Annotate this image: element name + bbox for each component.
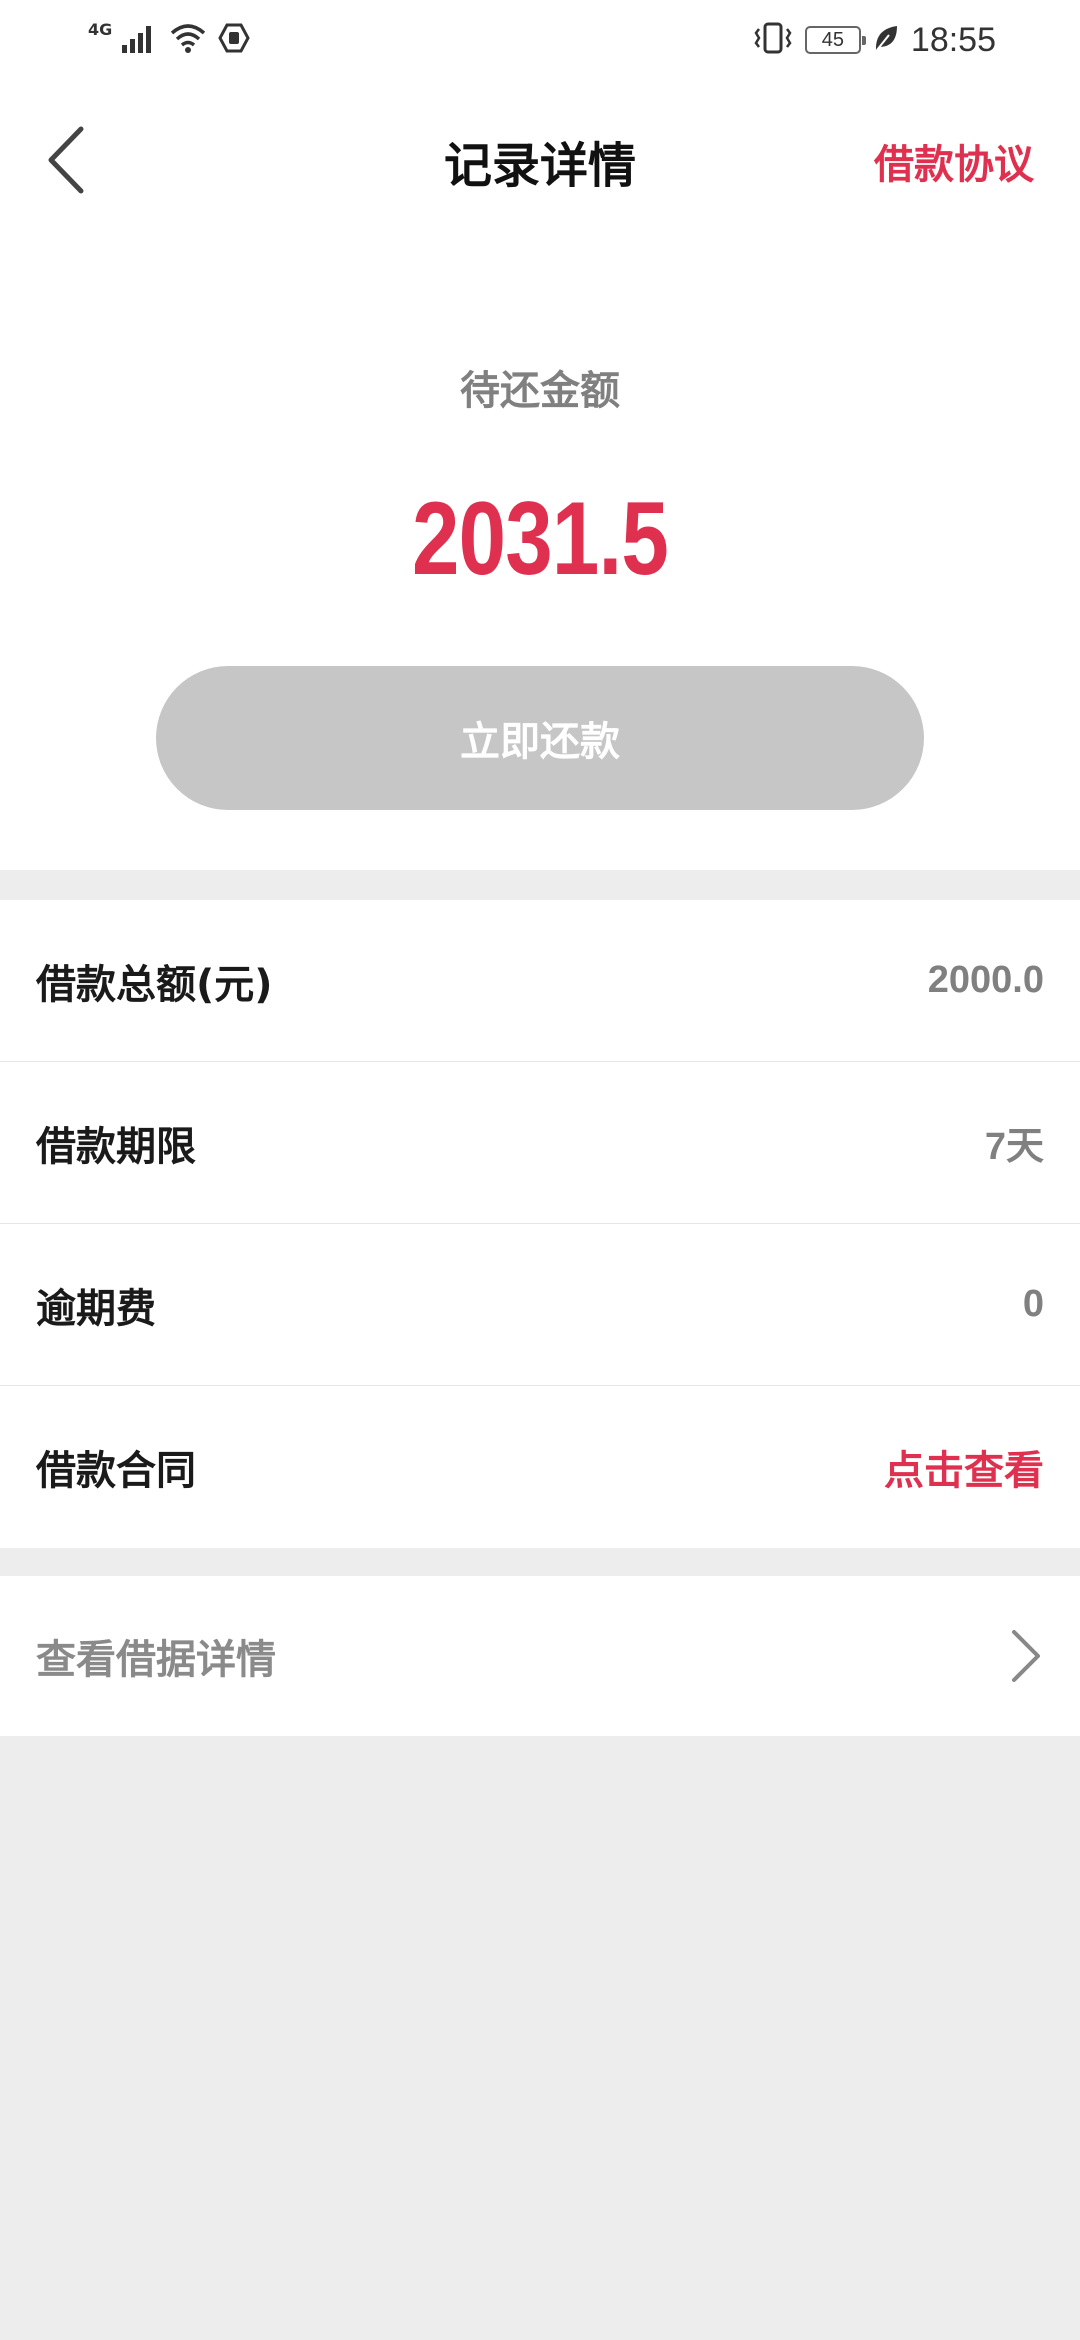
amount-due-value: 2031.5 [412, 481, 669, 597]
loan-contract-label: 借款合同 [36, 1448, 196, 1494]
total-amount-label: 借款总额(元) [36, 961, 273, 1008]
battery-icon: 45 [804, 26, 866, 54]
vibrate-icon [753, 21, 793, 59]
loan-term-value: 7天 [984, 1126, 1044, 1168]
view-iou-details-label: 查看借据详情 [36, 1637, 276, 1683]
battery-level: 45 [821, 28, 845, 51]
repay-now-button[interactable]: 立即还款 [156, 666, 924, 810]
wifi-icon [168, 23, 208, 57]
clock: 18:55 [910, 20, 996, 59]
network-type-label: 4G [88, 20, 113, 39]
leaf-icon [873, 23, 899, 57]
total-amount-value: 2000.0 [927, 959, 1044, 1001]
amount-card: 待还金额 2031.5 立即还款 [0, 240, 1080, 870]
overdue-fee-label: 逾期费 [36, 1285, 156, 1332]
screen: 4G 45 18:55 记录详情 借款协议 待还金额 2031.5 立即还款 借… [0, 0, 1080, 2340]
chevron-right-icon [1012, 1630, 1040, 1682]
status-bar: 4G 45 18:55 [0, 0, 1080, 80]
info-row-loan-term: 借款期限 7天 [0, 1062, 1080, 1224]
signal-icon [122, 23, 158, 57]
amount-due-label: 待还金额 [460, 368, 620, 414]
hand-icon [218, 23, 250, 57]
view-contract-link[interactable]: 点击查看 [884, 1438, 1044, 1496]
info-row-total-amount: 借款总额(元) 2000.0 [0, 900, 1080, 1062]
loan-info-list: 借款总额(元) 2000.0 借款期限 7天 逾期费 0 借款合同 点击查看 [0, 900, 1080, 1548]
view-iou-details-row[interactable]: 查看借据详情 [0, 1576, 1080, 1736]
nav-bar: 记录详情 借款协议 [0, 80, 1080, 240]
status-right: 45 18:55 [753, 18, 996, 62]
status-left: 4G [88, 18, 250, 62]
loan-term-label: 借款期限 [36, 1123, 196, 1170]
loan-agreement-link[interactable]: 借款协议 [874, 132, 1034, 190]
info-row-overdue-fee: 逾期费 0 [0, 1224, 1080, 1386]
info-row-loan-contract[interactable]: 借款合同 点击查看 [0, 1386, 1080, 1548]
overdue-fee-value: 0 [1022, 1283, 1044, 1325]
